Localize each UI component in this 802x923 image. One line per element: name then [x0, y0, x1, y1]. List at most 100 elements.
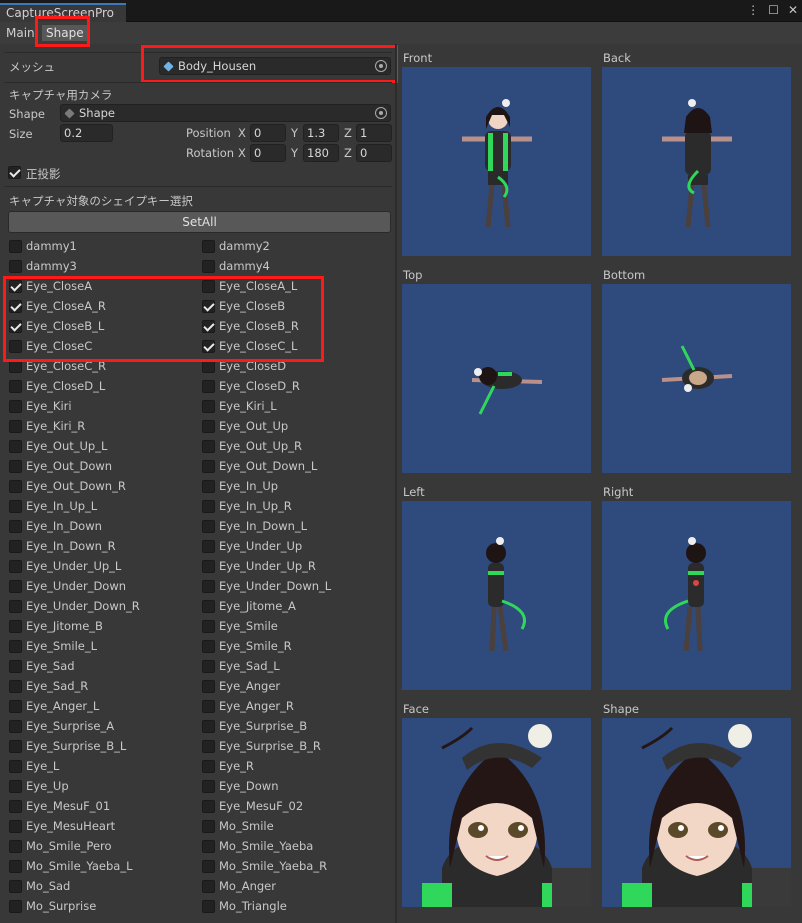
shapekey-label: Eye_Under_Up_R [219, 559, 316, 573]
shapekey-checkbox[interactable] [202, 680, 215, 693]
shapekey-checkbox[interactable] [202, 640, 215, 653]
shapekey-label: Eye_R [219, 759, 254, 773]
preview-label: Left [403, 485, 425, 499]
shapekey-checkbox[interactable] [9, 560, 22, 573]
shapekey-label: Eye_In_Down [26, 519, 102, 533]
rotation-y-input[interactable]: 180 [303, 144, 339, 162]
shapekey-checkbox[interactable] [9, 640, 22, 653]
shapekey-checkbox[interactable] [9, 880, 22, 893]
shapekey-checkbox[interactable] [9, 760, 22, 773]
shapekey-checkbox[interactable] [9, 260, 22, 273]
shapekey-checkbox[interactable] [202, 660, 215, 673]
preview-label: Bottom [603, 268, 646, 282]
shapekey-checkbox[interactable] [202, 560, 215, 573]
shapekey-checkbox[interactable] [202, 460, 215, 473]
orthographic-checkbox[interactable] [8, 166, 21, 179]
shapekey-checkbox[interactable] [202, 580, 215, 593]
object-picker-icon[interactable] [375, 107, 387, 119]
shapekey-checkbox[interactable] [202, 600, 215, 613]
shapekey-label: Eye_Out_Up_R [219, 439, 302, 453]
shapekey-checkbox[interactable] [9, 580, 22, 593]
preview-image [602, 67, 791, 256]
shapekey-checkbox[interactable] [9, 700, 22, 713]
setall-button[interactable]: SetAll [8, 211, 391, 233]
divider [4, 82, 392, 83]
position-y-input[interactable]: 1.3 [303, 124, 339, 142]
shapekey-checkbox[interactable] [9, 240, 22, 253]
shapekey-checkbox[interactable] [202, 520, 215, 533]
camera-shape-field[interactable]: Shape [60, 104, 391, 122]
highlight-box-shapekeys [3, 276, 324, 362]
position-z-label: Z [344, 126, 352, 140]
shapekey-checkbox[interactable] [202, 700, 215, 713]
shapekey-label: Eye_In_Down_L [219, 519, 308, 533]
tab-main[interactable]: Main [4, 25, 37, 41]
more-options-icon[interactable]: ⋮ [747, 3, 759, 17]
shapekey-checkbox[interactable] [202, 840, 215, 853]
position-x-input[interactable]: 0 [250, 124, 286, 142]
shapekey-label: Eye_MesuHeart [26, 819, 116, 833]
shapekey-checkbox[interactable] [9, 520, 22, 533]
shapekey-checkbox[interactable] [9, 780, 22, 793]
preview-image [602, 718, 791, 907]
shapekey-checkbox[interactable] [9, 680, 22, 693]
shapekey-checkbox[interactable] [202, 440, 215, 453]
shapekey-section-label: キャプチャ対象のシェイプキー選択 [9, 194, 193, 208]
shapekey-checkbox[interactable] [9, 400, 22, 413]
shapekey-checkbox[interactable] [202, 900, 215, 913]
shapekey-label: Eye_Smile [219, 619, 278, 633]
shapekey-checkbox[interactable] [202, 540, 215, 553]
shapekey-checkbox[interactable] [202, 880, 215, 893]
shapekey-checkbox[interactable] [9, 600, 22, 613]
shapekey-checkbox[interactable] [9, 860, 22, 873]
shapekey-checkbox[interactable] [202, 240, 215, 253]
shapekey-checkbox[interactable] [202, 420, 215, 433]
shapekey-label: Eye_Under_Up [219, 539, 303, 553]
avatar-render [471, 367, 543, 415]
shapekey-checkbox[interactable] [202, 720, 215, 733]
shapekey-checkbox[interactable] [9, 660, 22, 673]
shapekey-checkbox[interactable] [202, 820, 215, 833]
close-icon[interactable]: ✕ [788, 3, 798, 17]
rotation-z-input[interactable]: 0 [356, 144, 392, 162]
shapekey-checkbox[interactable] [9, 800, 22, 813]
shapekey-checkbox[interactable] [9, 440, 22, 453]
shapekey-label: Eye_Jitome_A [219, 599, 296, 613]
shapekey-label: Mo_Smile_Yaeba [219, 839, 314, 853]
shapekey-label: Eye_Out_Down_L [219, 459, 318, 473]
shapekey-checkbox[interactable] [9, 540, 22, 553]
shapekey-checkbox[interactable] [9, 900, 22, 913]
position-z-input[interactable]: 1 [356, 124, 392, 142]
avatar-render [486, 537, 526, 652]
shapekey-checkbox[interactable] [9, 500, 22, 513]
shapekey-checkbox[interactable] [202, 500, 215, 513]
shapekey-label: Eye_Down [219, 779, 279, 793]
panel-divider[interactable] [395, 44, 397, 923]
shapekey-checkbox[interactable] [202, 620, 215, 633]
shapekey-checkbox[interactable] [9, 720, 22, 733]
shapekey-checkbox[interactable] [9, 420, 22, 433]
shapekey-checkbox[interactable] [9, 820, 22, 833]
shapekey-checkbox[interactable] [9, 740, 22, 753]
maximize-icon[interactable]: ☐ [768, 3, 779, 17]
transform-icon [64, 108, 75, 119]
shapekey-checkbox[interactable] [202, 740, 215, 753]
shapekey-checkbox[interactable] [202, 760, 215, 773]
shapekey-checkbox[interactable] [202, 780, 215, 793]
shapekey-checkbox[interactable] [9, 840, 22, 853]
shapekey-checkbox[interactable] [202, 380, 215, 393]
shapekey-checkbox[interactable] [9, 460, 22, 473]
shapekey-checkbox[interactable] [202, 800, 215, 813]
shapekey-checkbox[interactable] [9, 380, 22, 393]
shapekey-checkbox[interactable] [202, 260, 215, 273]
rotation-x-input[interactable]: 0 [250, 144, 286, 162]
shapekey-checkbox[interactable] [202, 860, 215, 873]
shapekey-checkbox[interactable] [202, 480, 215, 493]
shapekey-checkbox[interactable] [202, 400, 215, 413]
shapekey-label: Eye_Surprise_B_L [26, 739, 127, 753]
shapekey-checkbox[interactable] [9, 620, 22, 633]
size-input[interactable]: 0.2 [60, 124, 113, 142]
shapekey-checkbox[interactable] [9, 480, 22, 493]
position-label: Position [186, 126, 231, 140]
shapekey-label: Mo_Sad [26, 879, 71, 893]
